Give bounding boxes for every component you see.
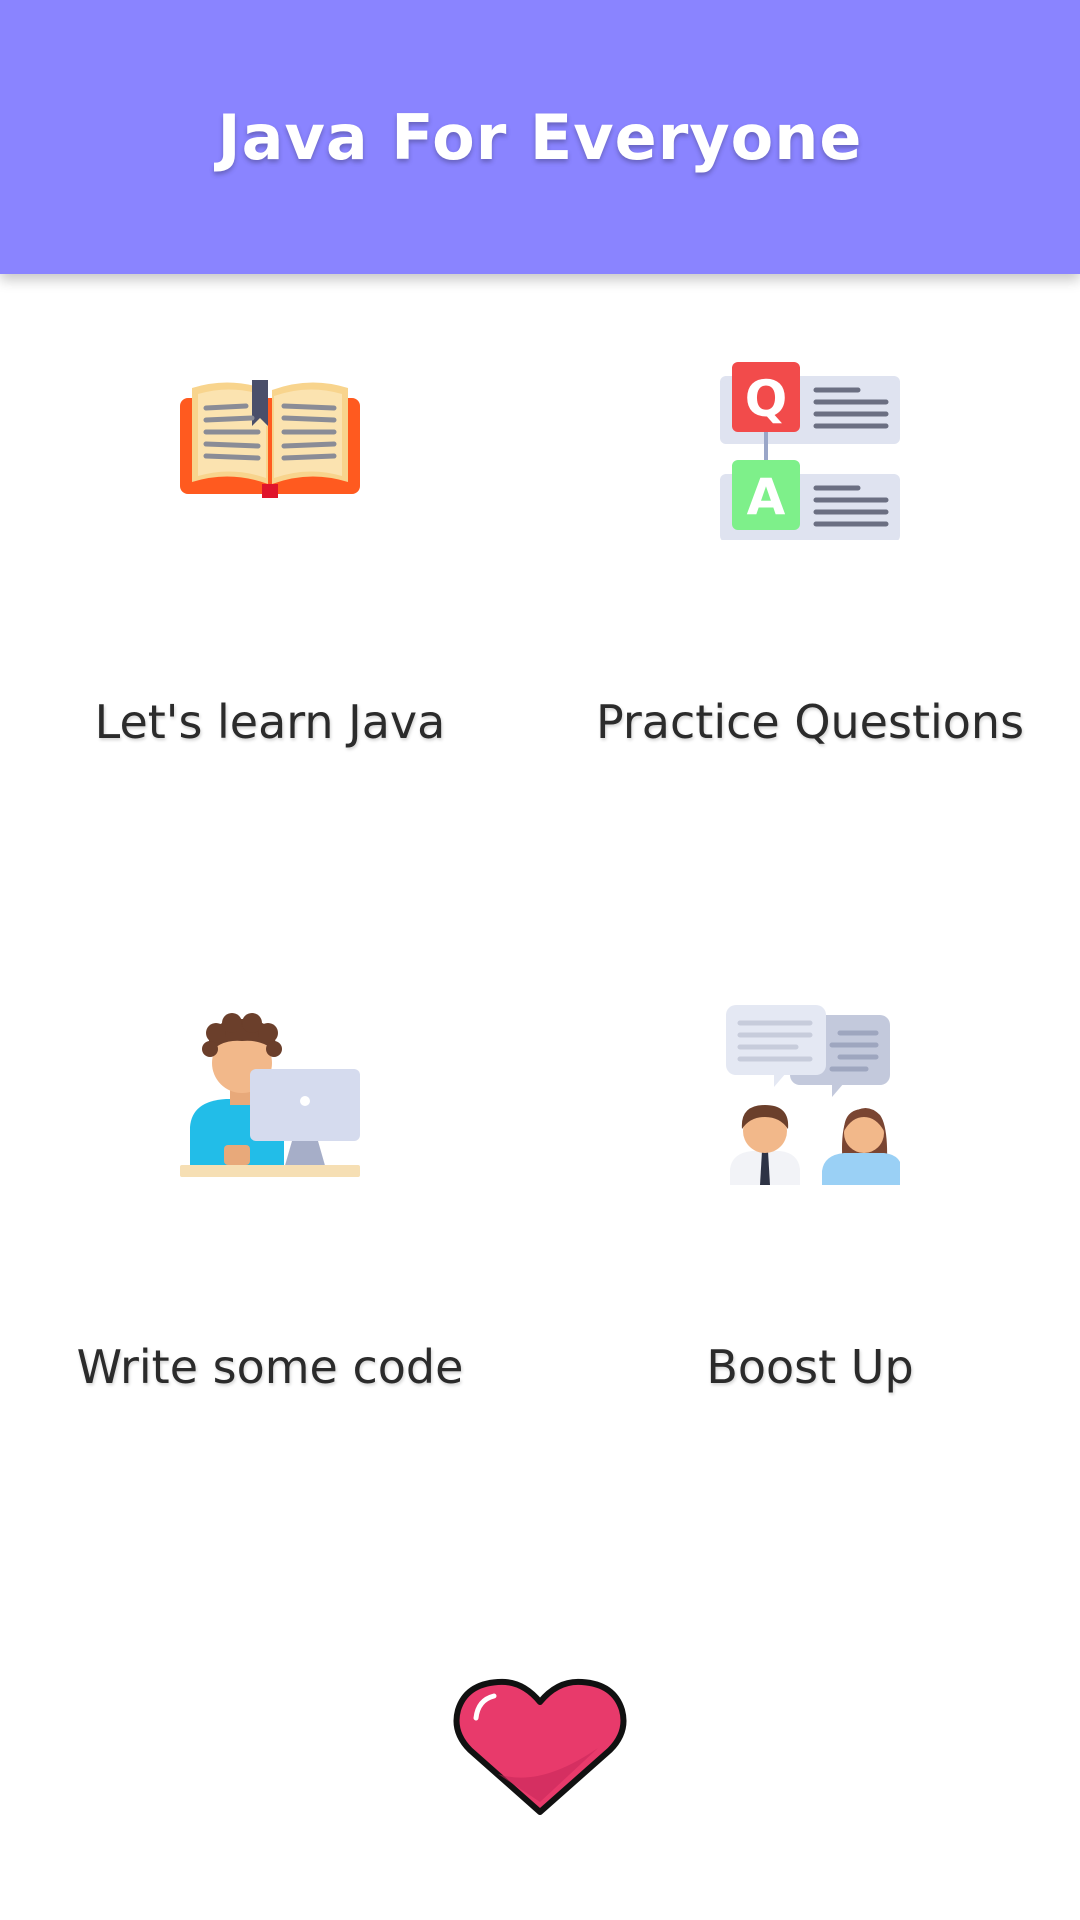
app-screen: Java For Everyone Let's learn Java Q A P…: [0, 0, 1080, 1920]
person-at-computer-icon: [180, 1013, 360, 1177]
menu-card-write-code[interactable]: Write some code: [0, 985, 540, 1585]
open-book-icon: [180, 380, 360, 498]
menu-card-label: Practice Questions: [595, 695, 1025, 749]
app-title: Java For Everyone: [217, 100, 863, 174]
menu-card-practice-questions[interactable]: Q A Practice Questions: [540, 340, 1080, 940]
menu-card-learn-java[interactable]: Let's learn Java: [0, 340, 540, 940]
question-answer-icon: Q A: [720, 362, 900, 540]
menu-card-label: Write some code: [76, 1340, 464, 1394]
people-chat-icon: [726, 1005, 900, 1185]
svg-text:Q: Q: [745, 370, 788, 428]
svg-text:A: A: [747, 468, 786, 526]
menu-card-label: Let's learn Java: [94, 695, 446, 749]
menu-card-boost-up[interactable]: Boost Up: [540, 985, 1080, 1585]
app-header: Java For Everyone: [0, 0, 1080, 274]
heart-icon[interactable]: [448, 1678, 632, 1816]
menu-card-label: Boost Up: [706, 1340, 914, 1394]
